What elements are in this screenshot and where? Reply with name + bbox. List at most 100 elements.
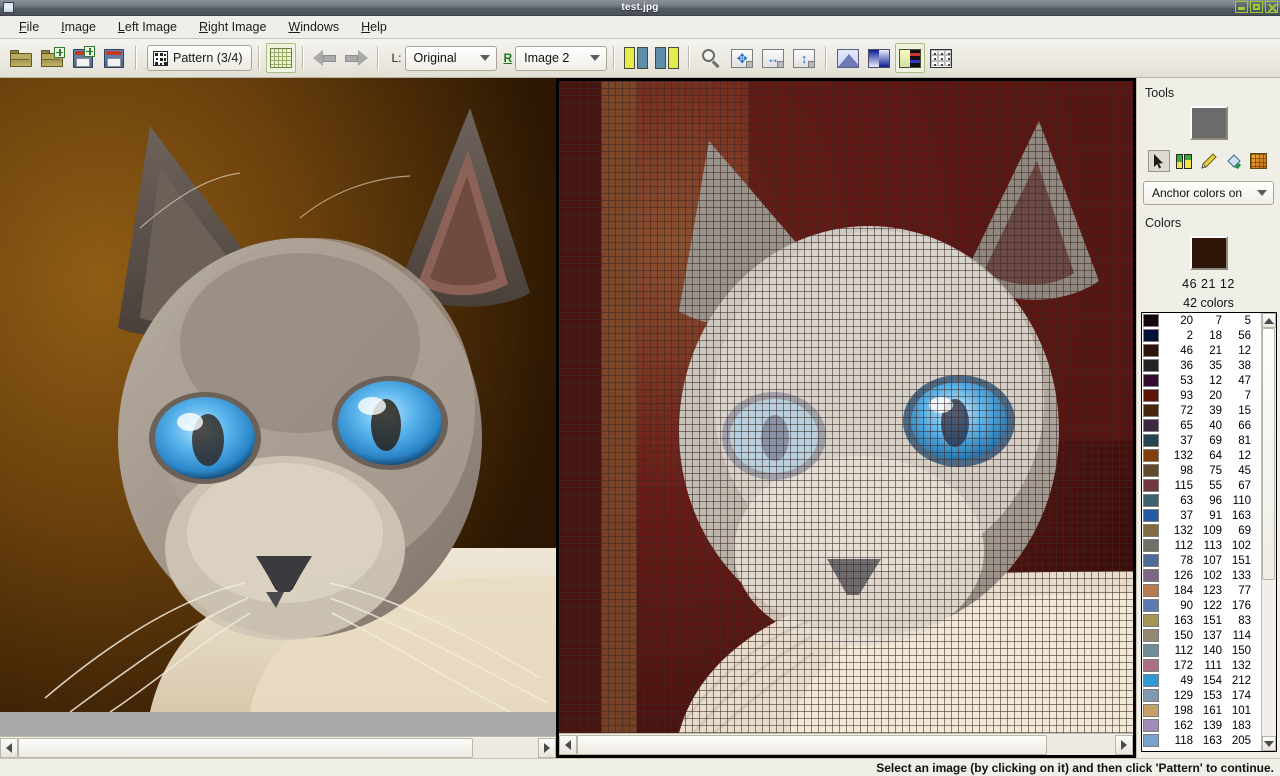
menu-windows[interactable]: Windows: [277, 18, 350, 36]
color-list-item[interactable]: 132 109 69: [1142, 523, 1261, 538]
palette-tool-button[interactable]: [1248, 150, 1270, 172]
right-pane-hscrollbar[interactable]: [559, 733, 1133, 755]
swap-colors-tool-button[interactable]: [1173, 150, 1195, 172]
color-list-item[interactable]: 49 154 212: [1142, 673, 1261, 688]
right-image-selector[interactable]: R Image 2: [504, 45, 608, 71]
minimize-button[interactable]: [1235, 1, 1248, 13]
color-list-item[interactable]: 198 161 101: [1142, 703, 1261, 718]
forward-button[interactable]: [341, 43, 371, 73]
color-list-item[interactable]: 65 40 66: [1142, 418, 1261, 433]
left-hscroll-track[interactable]: [18, 737, 538, 758]
color-palette-icon: [1250, 153, 1267, 169]
color-list-item[interactable]: 53 12 47: [1142, 373, 1261, 388]
right-image-pane[interactable]: [556, 78, 1136, 758]
scroll-down-button[interactable]: [1262, 736, 1276, 751]
left-pane-hscrollbar[interactable]: [0, 736, 556, 758]
grid-toggle-button[interactable]: [266, 43, 297, 73]
color-list-item[interactable]: 78 107 151: [1142, 553, 1261, 568]
pattern-button[interactable]: Pattern (3/4): [147, 45, 253, 71]
left-hscroll-thumb[interactable]: [18, 737, 473, 758]
anchor-colors-combo[interactable]: Anchor colors on: [1143, 181, 1274, 205]
pattern-grid-overlay: [559, 81, 1133, 733]
color-list-item[interactable]: 63 96 110: [1142, 493, 1261, 508]
close-icon[interactable]: [1265, 1, 1278, 13]
left-image-pane[interactable]: [0, 78, 556, 758]
color-list-item[interactable]: 126 102 133: [1142, 568, 1261, 583]
folder-icon: [10, 49, 32, 67]
zoom-button[interactable]: [696, 43, 726, 73]
palette-icon: [899, 48, 922, 68]
show-right-view-button[interactable]: [652, 43, 682, 73]
color-list-item[interactable]: 37 91 163: [1142, 508, 1261, 523]
fit-height-button[interactable]: ↕: [789, 43, 819, 73]
color-swatch: [1143, 359, 1159, 372]
color-swatch: [1143, 599, 1159, 612]
color-list-rows[interactable]: 20 7 5 2 18 56 46 21 12 36 35 38 53 12 47 93 20 7 72 39 15 65…: [1142, 313, 1261, 751]
menu-image[interactable]: Image: [50, 18, 107, 36]
color-list-item[interactable]: 118 163 205: [1142, 733, 1261, 748]
menu-file[interactable]: File: [8, 18, 50, 36]
color-list-item[interactable]: 172 111 132: [1142, 658, 1261, 673]
color-list-item[interactable]: 112 140 150: [1142, 643, 1261, 658]
menu-help[interactable]: Help: [350, 18, 398, 36]
color-rgb-values: 132 109 69: [1173, 524, 1251, 537]
show-left-view-button[interactable]: [621, 43, 651, 73]
color-list-item[interactable]: 112 113 102: [1142, 538, 1261, 553]
open-file-button[interactable]: [6, 43, 36, 73]
scroll-left-button[interactable]: [0, 737, 18, 758]
color-rgb-values: 90 122 176: [1180, 599, 1251, 612]
current-color-swatch[interactable]: [1189, 236, 1228, 270]
left-image-canvas[interactable]: [0, 78, 556, 712]
menu-left-image[interactable]: Left Image: [107, 18, 188, 36]
scroll-right-button[interactable]: [1115, 734, 1133, 755]
color-list-item[interactable]: 98 75 45: [1142, 463, 1261, 478]
right-combo[interactable]: Image 2: [515, 45, 608, 71]
save-as-button[interactable]: [68, 43, 98, 73]
left-combo[interactable]: Original: [404, 45, 497, 71]
gradient-button[interactable]: [864, 43, 894, 73]
palette-button[interactable]: [895, 43, 926, 73]
maximize-button[interactable]: [1250, 1, 1263, 13]
save-button[interactable]: [99, 43, 129, 73]
color-list-item[interactable]: 150 137 114: [1142, 628, 1261, 643]
color-list-item[interactable]: 163 151 83: [1142, 613, 1261, 628]
scroll-right-button[interactable]: [538, 737, 556, 758]
right-image-canvas[interactable]: [559, 81, 1133, 733]
color-list-item[interactable]: 129 153 174: [1142, 688, 1261, 703]
color-list[interactable]: 20 7 5 2 18 56 46 21 12 36 35 38 53 12 47 93 20 7 72 39 15 65…: [1141, 312, 1277, 752]
pencil-tool-button[interactable]: [1198, 150, 1220, 172]
color-list-item[interactable]: 93 20 7: [1142, 388, 1261, 403]
scroll-up-button[interactable]: [1262, 313, 1276, 328]
back-button[interactable]: [310, 43, 340, 73]
select-tool-button[interactable]: [1147, 150, 1170, 172]
fill-tool-button[interactable]: [1223, 150, 1245, 172]
color-list-item[interactable]: 132 64 12: [1142, 448, 1261, 463]
tools-panel: Tools Anchor colors on Colors 46 21 12 4…: [1136, 78, 1280, 758]
open-new-file-button[interactable]: [37, 43, 67, 73]
color-list-item[interactable]: 36 35 38: [1142, 358, 1261, 373]
left-image-selector[interactable]: L: Original: [391, 45, 497, 71]
fit-both-button[interactable]: ✥: [727, 43, 757, 73]
right-hscroll-thumb[interactable]: [577, 734, 1047, 755]
histogram-button[interactable]: [833, 43, 863, 73]
color-list-item[interactable]: 90 122 176: [1142, 598, 1261, 613]
color-list-item[interactable]: 72 39 15: [1142, 403, 1261, 418]
swap-colors-icon: [1175, 153, 1192, 169]
menu-right-image[interactable]: Right Image: [188, 18, 277, 36]
color-list-item[interactable]: 115 55 67: [1142, 478, 1261, 493]
color-list-vscroll-thumb[interactable]: [1262, 328, 1275, 580]
color-list-item[interactable]: 2 18 56: [1142, 328, 1261, 343]
color-list-item[interactable]: 162 139 183: [1142, 718, 1261, 733]
color-list-vscroll-track[interactable]: [1262, 328, 1276, 736]
mosaic-button[interactable]: [926, 43, 956, 73]
scroll-left-button[interactable]: [559, 734, 577, 755]
color-list-vscrollbar[interactable]: [1261, 313, 1276, 751]
color-swatch: [1143, 659, 1159, 672]
color-list-item[interactable]: 46 21 12: [1142, 343, 1261, 358]
fit-width-button[interactable]: ↔: [758, 43, 788, 73]
right-hscroll-track[interactable]: [577, 734, 1115, 755]
color-list-item[interactable]: 184 123 77: [1142, 583, 1261, 598]
color-list-item[interactable]: 20 7 5: [1142, 313, 1261, 328]
color-list-item[interactable]: 37 69 81: [1142, 433, 1261, 448]
current-tool-swatch[interactable]: [1189, 106, 1228, 140]
